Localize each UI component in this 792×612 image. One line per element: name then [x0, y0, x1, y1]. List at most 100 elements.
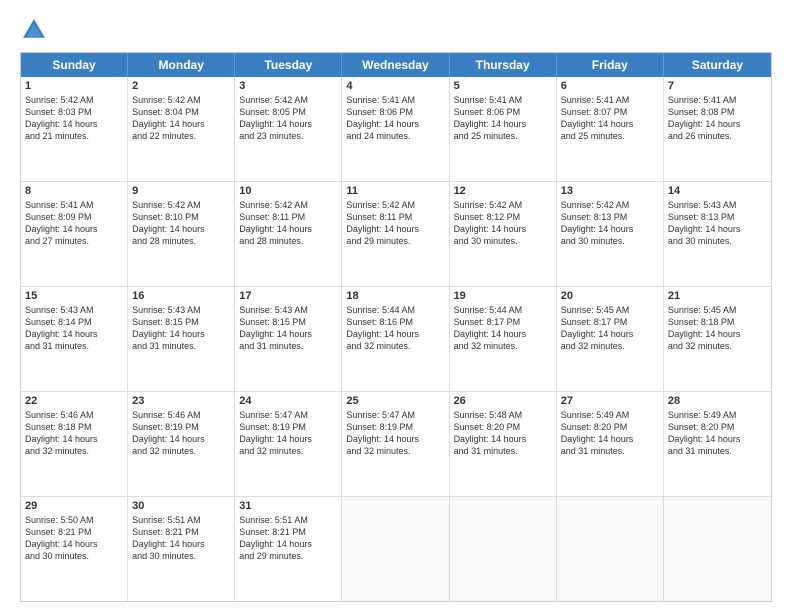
day-number: 16 [132, 290, 230, 302]
cal-cell: 13 Sunrise: 5:42 AMSunset: 8:13 PMDayligh… [557, 182, 664, 286]
cell-info: Sunrise: 5:44 AMSunset: 8:17 PMDaylight:… [454, 304, 552, 353]
day-number: 20 [561, 290, 659, 302]
day-number: 12 [454, 185, 552, 197]
cell-info: Sunrise: 5:42 AMSunset: 8:11 PMDaylight:… [346, 199, 444, 248]
day-number: 15 [25, 290, 123, 302]
logo [20, 16, 50, 44]
cal-cell: 1 Sunrise: 5:42 AMSunset: 8:03 PMDaylight… [21, 77, 128, 181]
day-number: 21 [668, 290, 767, 302]
cell-info: Sunrise: 5:42 AMSunset: 8:11 PMDaylight:… [239, 199, 337, 248]
day-number: 28 [668, 395, 767, 407]
cell-info: Sunrise: 5:43 AMSunset: 8:13 PMDaylight:… [668, 199, 767, 248]
day-number: 14 [668, 185, 767, 197]
cal-cell: 16 Sunrise: 5:43 AMSunset: 8:15 PMDayligh… [128, 287, 235, 391]
day-number: 13 [561, 185, 659, 197]
day-number: 4 [346, 80, 444, 92]
cal-cell: 11 Sunrise: 5:42 AMSunset: 8:11 PMDayligh… [342, 182, 449, 286]
day-number: 7 [668, 80, 767, 92]
day-number: 24 [239, 395, 337, 407]
cal-cell: 24 Sunrise: 5:47 AMSunset: 8:19 PMDayligh… [235, 392, 342, 496]
cal-cell: 14 Sunrise: 5:43 AMSunset: 8:13 PMDayligh… [664, 182, 771, 286]
cell-info: Sunrise: 5:51 AMSunset: 8:21 PMDaylight:… [132, 514, 230, 563]
cal-cell: 31 Sunrise: 5:51 AMSunset: 8:21 PMDayligh… [235, 497, 342, 601]
cell-info: Sunrise: 5:49 AMSunset: 8:20 PMDaylight:… [561, 409, 659, 458]
day-number: 31 [239, 500, 337, 512]
cal-cell: 3 Sunrise: 5:42 AMSunset: 8:05 PMDaylight… [235, 77, 342, 181]
cell-info: Sunrise: 5:43 AMSunset: 8:14 PMDaylight:… [25, 304, 123, 353]
header-day-monday: Monday [128, 53, 235, 77]
cell-info: Sunrise: 5:42 AMSunset: 8:04 PMDaylight:… [132, 94, 230, 143]
cal-cell: 23Sunrise: 5:46 AMSunset: 8:19 PMDayligh… [128, 392, 235, 496]
cal-cell: 21 Sunrise: 5:45 AMSunset: 8:18 PMDayligh… [664, 287, 771, 391]
cal-cell: 12 Sunrise: 5:42 AMSunset: 8:12 PMDayligh… [450, 182, 557, 286]
cal-cell: 27 Sunrise: 5:49 AMSunset: 8:20 PMDayligh… [557, 392, 664, 496]
page: SundayMondayTuesdayWednesdayThursdayFrid… [0, 0, 792, 612]
header-day-saturday: Saturday [664, 53, 771, 77]
cal-cell: 29Sunrise: 5:50 AMSunset: 8:21 PMDayligh… [21, 497, 128, 601]
cal-cell: 2 Sunrise: 5:42 AMSunset: 8:04 PMDaylight… [128, 77, 235, 181]
day-number: 3 [239, 80, 337, 92]
header-day-friday: Friday [557, 53, 664, 77]
day-number: 23 [132, 395, 230, 407]
cal-cell: 7 Sunrise: 5:41 AMSunset: 8:08 PMDaylight… [664, 77, 771, 181]
cell-info: Sunrise: 5:45 AMSunset: 8:18 PMDaylight:… [668, 304, 767, 353]
cell-info: Sunrise: 5:43 AMSunset: 8:15 PMDaylight:… [239, 304, 337, 353]
cell-info: Sunrise: 5:45 AMSunset: 8:17 PMDaylight:… [561, 304, 659, 353]
cal-cell: 25Sunrise: 5:47 AMSunset: 8:19 PMDayligh… [342, 392, 449, 496]
cell-info: Sunrise: 5:41 AMSunset: 8:06 PMDaylight:… [454, 94, 552, 143]
cal-cell: 10 Sunrise: 5:42 AMSunset: 8:11 PMDayligh… [235, 182, 342, 286]
week-row-2: 8 Sunrise: 5:41 AMSunset: 8:09 PMDaylight… [21, 182, 771, 287]
cell-info: Sunrise: 5:42 AMSunset: 8:13 PMDaylight:… [561, 199, 659, 248]
day-number: 29 [25, 500, 123, 512]
cell-info: Sunrise: 5:42 AMSunset: 8:05 PMDaylight:… [239, 94, 337, 143]
cell-info: Sunrise: 5:51 AMSunset: 8:21 PMDaylight:… [239, 514, 337, 563]
cal-cell [342, 497, 449, 601]
cell-info: Sunrise: 5:43 AMSunset: 8:15 PMDaylight:… [132, 304, 230, 353]
header-day-thursday: Thursday [450, 53, 557, 77]
cell-info: Sunrise: 5:42 AMSunset: 8:12 PMDaylight:… [454, 199, 552, 248]
cal-cell: 6 Sunrise: 5:41 AMSunset: 8:07 PMDaylight… [557, 77, 664, 181]
cal-cell: 17 Sunrise: 5:43 AMSunset: 8:15 PMDayligh… [235, 287, 342, 391]
day-number: 10 [239, 185, 337, 197]
header-day-tuesday: Tuesday [235, 53, 342, 77]
day-number: 17 [239, 290, 337, 302]
cal-cell: 4Sunrise: 5:41 AMSunset: 8:06 PMDaylight… [342, 77, 449, 181]
cal-cell [664, 497, 771, 601]
day-number: 22 [25, 395, 123, 407]
cell-info: Sunrise: 5:47 AMSunset: 8:19 PMDaylight:… [346, 409, 444, 458]
day-number: 5 [454, 80, 552, 92]
calendar-body: 1 Sunrise: 5:42 AMSunset: 8:03 PMDaylight… [21, 77, 771, 601]
cell-info: Sunrise: 5:42 AMSunset: 8:03 PMDaylight:… [25, 94, 123, 143]
week-row-5: 29Sunrise: 5:50 AMSunset: 8:21 PMDayligh… [21, 497, 771, 601]
day-number: 11 [346, 185, 444, 197]
calendar-header: SundayMondayTuesdayWednesdayThursdayFrid… [21, 53, 771, 77]
day-number: 6 [561, 80, 659, 92]
cal-cell: 15 Sunrise: 5:43 AMSunset: 8:14 PMDayligh… [21, 287, 128, 391]
week-row-1: 1 Sunrise: 5:42 AMSunset: 8:03 PMDaylight… [21, 77, 771, 182]
cell-info: Sunrise: 5:47 AMSunset: 8:19 PMDaylight:… [239, 409, 337, 458]
week-row-3: 15 Sunrise: 5:43 AMSunset: 8:14 PMDayligh… [21, 287, 771, 392]
cal-cell: 8 Sunrise: 5:41 AMSunset: 8:09 PMDaylight… [21, 182, 128, 286]
cal-cell: 30 Sunrise: 5:51 AMSunset: 8:21 PMDayligh… [128, 497, 235, 601]
cell-info: Sunrise: 5:41 AMSunset: 8:09 PMDaylight:… [25, 199, 123, 248]
calendar: SundayMondayTuesdayWednesdayThursdayFrid… [20, 52, 772, 602]
cal-cell: 5 Sunrise: 5:41 AMSunset: 8:06 PMDaylight… [450, 77, 557, 181]
day-number: 27 [561, 395, 659, 407]
cell-info: Sunrise: 5:49 AMSunset: 8:20 PMDaylight:… [668, 409, 767, 458]
cell-info: Sunrise: 5:41 AMSunset: 8:07 PMDaylight:… [561, 94, 659, 143]
cal-cell [450, 497, 557, 601]
cell-info: Sunrise: 5:42 AMSunset: 8:10 PMDaylight:… [132, 199, 230, 248]
cal-cell: 28 Sunrise: 5:49 AMSunset: 8:20 PMDayligh… [664, 392, 771, 496]
day-number: 2 [132, 80, 230, 92]
day-number: 8 [25, 185, 123, 197]
cal-cell: 20 Sunrise: 5:45 AMSunset: 8:17 PMDayligh… [557, 287, 664, 391]
cal-cell: 9Sunrise: 5:42 AMSunset: 8:10 PMDaylight… [128, 182, 235, 286]
day-number: 19 [454, 290, 552, 302]
cell-info: Sunrise: 5:44 AMSunset: 8:16 PMDaylight:… [346, 304, 444, 353]
cell-info: Sunrise: 5:41 AMSunset: 8:08 PMDaylight:… [668, 94, 767, 143]
day-number: 1 [25, 80, 123, 92]
cal-cell: 19 Sunrise: 5:44 AMSunset: 8:17 PMDayligh… [450, 287, 557, 391]
week-row-4: 22Sunrise: 5:46 AMSunset: 8:18 PMDayligh… [21, 392, 771, 497]
logo-icon [20, 16, 48, 44]
day-number: 30 [132, 500, 230, 512]
